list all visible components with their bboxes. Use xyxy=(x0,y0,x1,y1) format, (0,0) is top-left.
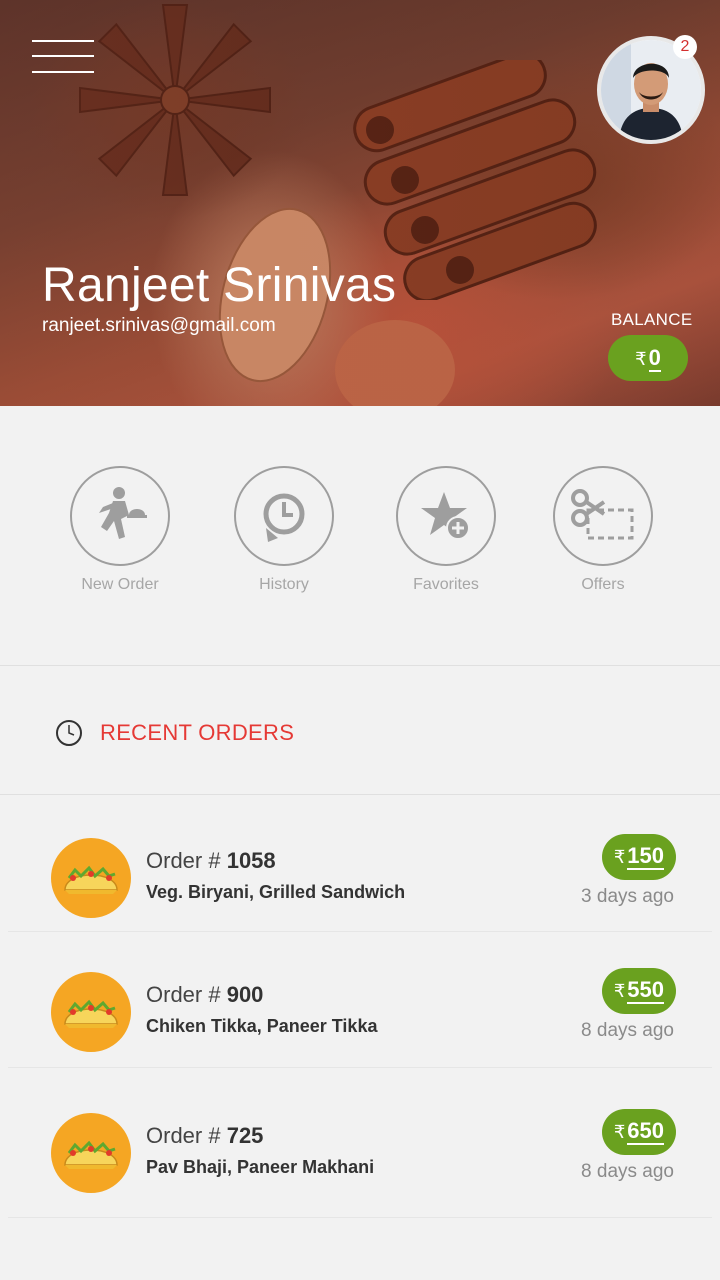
order-time: 8 days ago xyxy=(581,1020,674,1041)
new-order-circle xyxy=(70,466,170,566)
running-waiter-icon xyxy=(99,487,147,539)
hamburger-menu-icon[interactable] xyxy=(32,38,96,78)
balance-button[interactable]: ₹0 xyxy=(608,335,688,381)
order-price-badge: ₹150 xyxy=(601,834,676,880)
taco-icon xyxy=(64,1140,118,1169)
order-items: Chiken Tikka, Paneer Tikka xyxy=(146,1016,378,1036)
taco-icon xyxy=(64,865,118,894)
order-items: Pav Bhaji, Paneer Makhani xyxy=(146,1157,375,1177)
notification-badge[interactable]: 2 xyxy=(673,35,697,59)
order-number: 725 xyxy=(226,1123,264,1148)
taco-icon xyxy=(64,999,118,1028)
order-items: Veg. Biryani, Grilled Sandwich xyxy=(146,882,406,902)
rupee-symbol: ₹ xyxy=(613,847,626,867)
order-prefix: Order # xyxy=(146,848,227,873)
rupee-symbol: ₹ xyxy=(613,981,626,1001)
order-title: Order # 1058 xyxy=(146,848,276,874)
balance-label: BALANCE xyxy=(611,310,693,329)
favorites-button[interactable]: Favorites xyxy=(371,466,521,594)
favorites-circle xyxy=(396,466,496,566)
order-item[interactable]: Order # 1058 Veg. Biryani, Grilled Sandw… xyxy=(8,796,712,932)
new-order-button[interactable]: New Order xyxy=(45,466,195,594)
user-email: ranjeet.srinivas@gmail.com xyxy=(42,315,276,336)
new-order-label: New Order xyxy=(81,576,159,593)
rupee-symbol: ₹ xyxy=(635,349,647,369)
order-prefix: Order # xyxy=(146,982,227,1007)
balance-amount: 0 xyxy=(648,345,661,372)
order-price: 550 xyxy=(627,977,664,1004)
history-circle xyxy=(234,466,334,566)
order-item[interactable]: Order # 725 Pav Bhaji, Paneer Makhani ₹6… xyxy=(8,1077,712,1218)
history-label: History xyxy=(259,576,309,593)
order-price-badge: ₹650 xyxy=(601,1109,676,1155)
star-add-icon xyxy=(421,492,470,540)
order-price: 650 xyxy=(627,1118,664,1145)
offers-button[interactable]: Offers xyxy=(528,466,678,594)
user-name: Ranjeet Srinivas xyxy=(42,259,397,312)
history-clock-icon xyxy=(263,493,305,542)
order-thumbnail xyxy=(51,1113,131,1193)
favorites-label: Favorites xyxy=(413,576,479,593)
order-time: 3 days ago xyxy=(581,886,674,907)
order-number: 1058 xyxy=(226,848,276,873)
clock-icon xyxy=(56,720,82,746)
order-price-badge: ₹550 xyxy=(601,968,676,1014)
order-price: 150 xyxy=(627,843,664,870)
order-time: 8 days ago xyxy=(581,1161,674,1182)
history-button[interactable]: History xyxy=(209,466,359,594)
quick-actions: New Order History Favorites Offers xyxy=(0,406,720,666)
star-anise-image xyxy=(79,4,271,196)
order-item[interactable]: Order # 900 Chiken Tikka, Paneer Tikka ₹… xyxy=(8,932,712,1068)
profile-header: 2 Ranjeet Srinivas ranjeet.srinivas@gmai… xyxy=(0,0,720,406)
order-number: 900 xyxy=(226,982,264,1007)
recent-orders-header: RECENT ORDERS xyxy=(0,667,720,795)
rupee-symbol: ₹ xyxy=(613,1122,626,1142)
order-thumbnail xyxy=(51,972,131,1052)
offers-label: Offers xyxy=(581,576,625,593)
almond-image-2 xyxy=(335,320,455,406)
order-title: Order # 900 xyxy=(146,982,263,1008)
offers-circle xyxy=(553,466,653,566)
scissors-coupon-icon xyxy=(571,489,634,540)
order-prefix: Order # xyxy=(146,1123,227,1148)
order-title: Order # 725 xyxy=(146,1123,263,1149)
order-thumbnail xyxy=(51,838,131,918)
recent-orders-title: RECENT ORDERS xyxy=(100,720,295,745)
